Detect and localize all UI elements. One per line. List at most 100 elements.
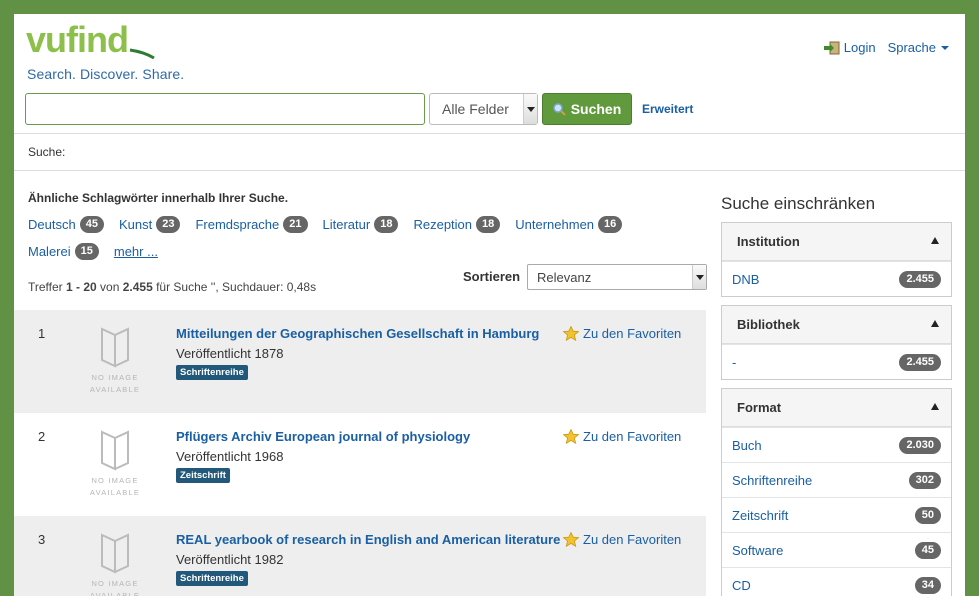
facet-item-label[interactable]: Buch (732, 438, 762, 453)
count-badge: 302 (908, 471, 941, 489)
favorite-label: Zu den Favoriten (583, 429, 682, 444)
count-badge: 23 (156, 215, 181, 233)
select-arrow-icon (523, 94, 537, 124)
facet-header[interactable]: Format (722, 389, 951, 427)
facet-item-label[interactable]: - (732, 355, 736, 370)
related-tag[interactable]: Literatur 18 (323, 215, 399, 233)
divider (14, 133, 965, 134)
search-button-label: Suchen (570, 101, 622, 117)
related-tag[interactable]: Deutsch 45 (28, 215, 104, 233)
related-tag[interactable]: Malerei 15 (28, 242, 99, 260)
related-subjects-list: Deutsch 45 Kunst 23 Fremdsprache 21 Literat… (28, 215, 688, 260)
more-link[interactable]: mehr ... (114, 244, 158, 259)
more-tags[interactable]: mehr ... (114, 242, 158, 260)
favorite-label: Zu den Favoriten (583, 326, 682, 341)
login-link[interactable]: Login (823, 40, 876, 55)
result-item: 1 NO IMAGE AVAILABLE Mitteilungen der Ge… (14, 310, 706, 413)
add-favorite-link[interactable]: Zu den Favoriten (563, 532, 681, 547)
advanced-search-link[interactable]: Erweitert (642, 102, 693, 116)
tag-label[interactable]: Unternehmen (515, 217, 594, 232)
facet-format: Format Buch 2.030 Schriftenreihe 302 Zeits… (721, 388, 952, 596)
stats-suffix: für Suche '', Suchdauer: 0,48s (152, 280, 317, 294)
tag-label[interactable]: Rezeption (413, 217, 472, 232)
star-icon (563, 326, 579, 341)
count-badge: 16 (598, 215, 623, 233)
tag-label[interactable]: Kunst (119, 217, 152, 232)
format-label: Zeitschrift (176, 468, 230, 483)
no-image-text: NO IMAGE AVAILABLE (89, 579, 141, 596)
result-published: Veröffentlicht 1968 (176, 449, 284, 464)
search-button[interactable]: Suchen (542, 93, 632, 125)
tag-label[interactable]: Deutsch (28, 217, 76, 232)
count-badge: 34 (914, 576, 941, 594)
add-favorite-link[interactable]: Zu den Favoriten (563, 326, 681, 341)
facet-item[interactable]: DNB 2.455 (722, 261, 951, 296)
add-favorite-link[interactable]: Zu den Favoriten (563, 429, 681, 444)
favorite-label: Zu den Favoriten (583, 532, 682, 547)
search-stats: Treffer 1 - 20 von 2.455 für Suche '', S… (28, 280, 316, 294)
facet-sidebar: Institution DNB 2.455 Bibliothek - 2.455 F… (721, 222, 952, 596)
facet-item-label[interactable]: Schriftenreihe (732, 473, 812, 488)
no-image-icon: NO IMAGE AVAILABLE (86, 324, 144, 399)
collapse-icon (931, 237, 939, 244)
result-title-link[interactable]: Mitteilungen der Geographischen Gesellsc… (176, 326, 539, 341)
result-number: 3 (38, 532, 46, 547)
count-badge: 15 (74, 242, 99, 260)
tag-label[interactable]: Malerei (28, 244, 71, 259)
search-input[interactable] (25, 93, 425, 125)
related-subjects-title: Ähnliche Schlagwörter innerhalb Ihrer Su… (28, 191, 289, 205)
facet-item[interactable]: Buch 2.030 (722, 427, 951, 462)
result-title-link[interactable]: REAL yearbook of research in English and… (176, 532, 560, 547)
top-navigation: Login Sprache (823, 40, 949, 55)
facet-item-label[interactable]: Zeitschrift (732, 508, 788, 523)
result-published: Veröffentlicht 1878 (176, 346, 284, 361)
facet-item-label[interactable]: DNB (732, 272, 759, 287)
related-tag[interactable]: Fremdsprache 21 (195, 215, 308, 233)
count-badge: 18 (476, 215, 501, 233)
facet-item-label[interactable]: Software (732, 543, 783, 558)
no-image-text: NO IMAGE AVAILABLE (89, 373, 141, 394)
facet-item-label[interactable]: CD (732, 578, 751, 593)
result-list: 1 NO IMAGE AVAILABLE Mitteilungen der Ge… (14, 310, 706, 596)
facet-item[interactable]: Schriftenreihe 302 (722, 462, 951, 497)
sort-label: Sortieren (463, 269, 521, 284)
facet-item[interactable]: CD 34 (722, 567, 951, 596)
search-field-selected: Alle Felder (442, 101, 509, 117)
related-tag[interactable]: Rezeption 18 (413, 215, 501, 233)
facet-item[interactable]: Zeitschrift 50 (722, 497, 951, 532)
stats-prefix: Treffer (28, 280, 67, 294)
sidebar-title: Suche einschränken (721, 194, 876, 213)
search-field-select[interactable]: Alle Felder (429, 93, 538, 125)
related-tag[interactable]: Kunst 23 (119, 215, 181, 233)
slogan: Search. Discover. Share. (27, 66, 185, 82)
result-item: 3 NO IMAGE AVAILABLE REAL yearbook of re… (14, 516, 706, 596)
sort-select[interactable]: Relevanz (527, 264, 707, 290)
stats-range: 1 - 20 (66, 280, 97, 294)
search-icon (552, 102, 566, 116)
facet-header[interactable]: Bibliothek (722, 306, 951, 344)
collapse-icon (931, 320, 939, 327)
vufind-logo[interactable]: vufind (26, 22, 166, 64)
login-label: Login (843, 40, 876, 55)
result-title-link[interactable]: Pflügers Archiv European journal of phys… (176, 429, 470, 444)
format-label: Schriftenreihe (176, 365, 248, 380)
related-tag[interactable]: Unternehmen 16 (515, 215, 623, 233)
tag-label[interactable]: Fremdsprache (195, 217, 279, 232)
no-image-text: NO IMAGE AVAILABLE (89, 476, 141, 497)
sort-selected: Relevanz (537, 270, 592, 285)
result-item: 2 NO IMAGE AVAILABLE Pflügers Archiv Eur… (14, 413, 706, 516)
facet-item[interactable]: - 2.455 (722, 344, 951, 379)
facet-bibliothek: Bibliothek - 2.455 (721, 305, 952, 380)
logo-text: vufind (26, 22, 128, 60)
count-badge: 21 (283, 215, 308, 233)
count-badge: 18 (374, 215, 399, 233)
facet-item[interactable]: Software 45 (722, 532, 951, 567)
facet-title: Format (737, 400, 782, 415)
select-arrow-icon (692, 265, 706, 289)
breadcrumb: Suche: (28, 145, 66, 159)
facet-header[interactable]: Institution (722, 223, 951, 261)
language-dropdown[interactable]: Sprache (888, 40, 949, 55)
page: vufind Search. Discover. Share. Login Sp… (14, 14, 965, 596)
tag-label[interactable]: Literatur (323, 217, 371, 232)
facet-title: Institution (737, 234, 800, 249)
